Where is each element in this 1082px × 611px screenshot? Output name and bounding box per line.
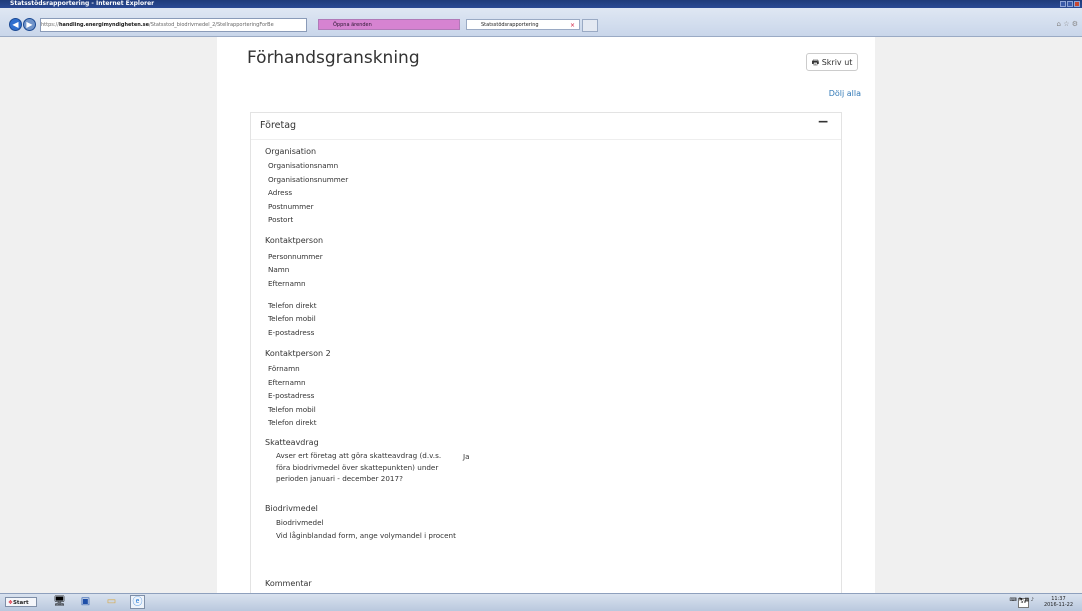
print-label: Skriv ut xyxy=(821,58,853,67)
section-title: Biodrivmedel xyxy=(265,504,318,513)
hide-all-link[interactable]: Dölj alla xyxy=(829,89,861,98)
settings-gear-icon[interactable]: ⚙ xyxy=(1072,20,1078,28)
window-title-bar: Statsstödsrapportering - Internet Explor… xyxy=(0,0,1082,8)
field-label: Förnamn xyxy=(268,364,300,373)
tray-icons: ⌨ ⚑ ▦ ♪ xyxy=(1010,597,1034,603)
forward-button[interactable]: ▶ xyxy=(23,18,36,31)
back-button[interactable]: ◀ xyxy=(9,18,22,31)
taskbar: ❖Start 🖥 ▣ ▭ ⓔ SV ⌨ ⚑ ▦ ♪ 11:37 2016-11-… xyxy=(0,593,1082,611)
field-label: Biodrivmedel xyxy=(276,518,324,527)
clock-date: 2016-11-22 xyxy=(1043,602,1073,608)
address-bar[interactable]: https://handling.energimyndigheten.se/St… xyxy=(40,18,307,32)
field-label: Telefon direkt xyxy=(268,418,317,427)
field-label: Telefon mobil xyxy=(268,405,316,414)
tab-statsstodsrapportering[interactable]: Statsstödsrapportering × xyxy=(466,19,580,30)
field-label: E-postadress xyxy=(268,391,315,400)
section-title: Kommentar xyxy=(265,579,312,588)
field-label: Personnummer xyxy=(268,252,323,261)
flag-icon[interactable]: ⚑ xyxy=(1018,597,1022,603)
section-title: Kontaktperson xyxy=(265,236,324,245)
clock[interactable]: 11:37 2016-11-22 xyxy=(1044,596,1073,608)
minimize-button[interactable] xyxy=(1060,1,1066,7)
browser-toolbar: ◀ ▶ https://handling.energimyndigheten.s… xyxy=(0,8,1082,37)
panel-title: Företag xyxy=(260,120,297,131)
internet-explorer-icon[interactable]: ⓔ xyxy=(130,595,145,609)
panel-header[interactable]: Företag − xyxy=(251,113,841,140)
main-content: Förhandsgranskning 🖶 Skriv ut Dölj alla … xyxy=(217,37,875,593)
volume-icon[interactable]: ♪ xyxy=(1031,597,1034,603)
maximize-button[interactable] xyxy=(1067,1,1073,7)
keyboard-icon[interactable]: ⌨ xyxy=(1010,597,1017,603)
folder-icon[interactable]: ▭ xyxy=(104,595,119,609)
field-label: Organisationsnamn xyxy=(268,161,339,170)
home-icon[interactable]: ⌂ xyxy=(1057,20,1061,28)
tax-question: Avser ert företag att göra skatteavdrag … xyxy=(276,451,442,484)
field-label: Telefon direkt xyxy=(268,301,317,310)
field-label: Efternamn xyxy=(268,378,306,387)
field-label: Postnummer xyxy=(268,202,314,211)
window-controls xyxy=(1060,1,1080,7)
field-label: Organisationsnummer xyxy=(268,175,349,184)
field-label: Efternamn xyxy=(268,279,306,288)
page-viewport: Förhandsgranskning 🖶 Skriv ut Dölj alla … xyxy=(0,37,1082,593)
url-scheme: https:// xyxy=(41,22,59,28)
url-domain: handling.energimyndigheten.se xyxy=(58,22,150,28)
field-label: Namn xyxy=(268,265,290,274)
field-label: Telefon mobil xyxy=(268,314,316,323)
page-title: Förhandsgranskning xyxy=(247,48,420,68)
field-label: E-postadress xyxy=(268,328,315,337)
close-window-button[interactable] xyxy=(1074,1,1080,7)
section-title: Skatteavdrag xyxy=(265,438,319,447)
url-path: /Statsstod_biodrivmedel_2/Stellrapporter… xyxy=(149,22,274,28)
company-panel: Företag − Organisation Organisationsnamn… xyxy=(250,112,842,593)
field-label: Postort xyxy=(268,215,294,224)
tab-label: Öppna ärenden xyxy=(333,22,372,28)
new-tab-button[interactable] xyxy=(582,19,598,32)
close-tab-icon[interactable]: × xyxy=(570,20,575,31)
section-title: Organisation xyxy=(265,147,317,156)
toolbar-icons: ⌂ ☆ ⚙ xyxy=(1057,20,1078,28)
tax-answer: Ja xyxy=(463,452,470,461)
window-title: Statsstödsrapportering - Internet Explor… xyxy=(10,0,155,7)
tab-label: Statsstödsrapportering xyxy=(481,22,539,28)
start-button[interactable]: ❖Start xyxy=(5,597,37,607)
field-label: Vid låginblandad form, ange volymandel i… xyxy=(276,531,456,540)
tab-oppna-arenden[interactable]: Öppna ärenden xyxy=(318,19,460,30)
network-icon[interactable]: ▦ xyxy=(1024,597,1029,603)
field-label: Adress xyxy=(268,188,293,197)
print-button[interactable]: 🖶 Skriv ut xyxy=(806,53,858,71)
collapse-icon[interactable]: − xyxy=(817,114,829,130)
printer-icon: 🖶 xyxy=(811,58,820,67)
section-title: Kontaktperson 2 xyxy=(265,349,331,358)
start-label: Start xyxy=(12,600,29,606)
favorites-star-icon[interactable]: ☆ xyxy=(1063,20,1069,28)
powershell-icon[interactable]: ▣ xyxy=(78,595,93,609)
server-manager-icon[interactable]: 🖥 xyxy=(52,595,67,609)
